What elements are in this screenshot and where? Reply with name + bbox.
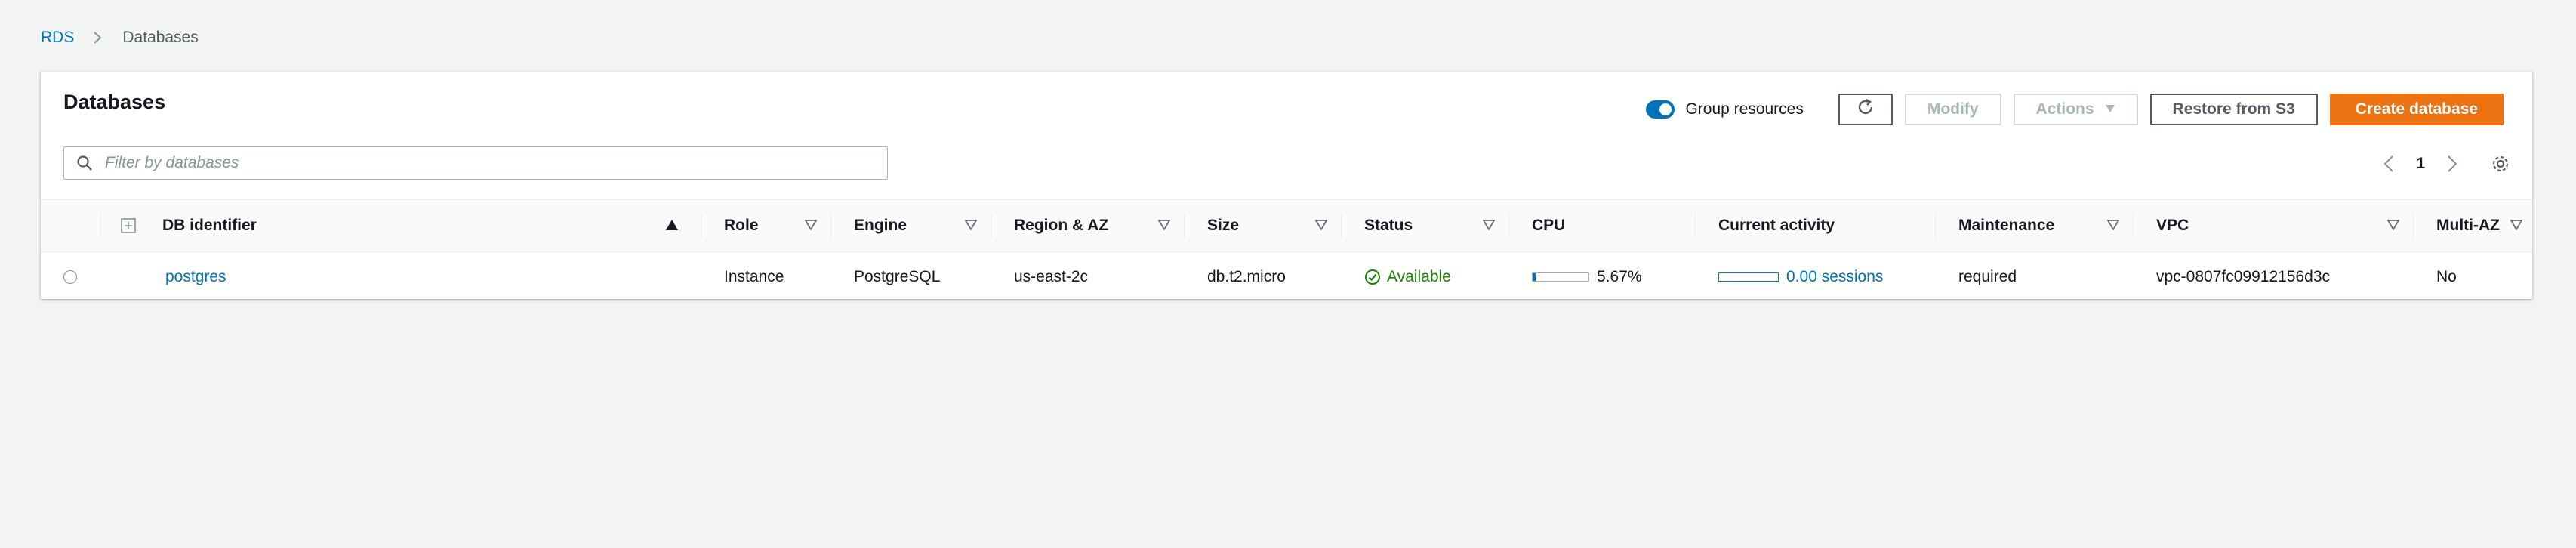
th-vpc[interactable]: VPC — [2134, 200, 2414, 251]
sort-icon[interactable] — [1482, 218, 1496, 232]
cell-cpu: 5.67% — [1509, 252, 1696, 302]
sort-icon[interactable] — [2386, 218, 2400, 232]
th-activity-label: Current activity — [1718, 217, 1835, 234]
breadcrumb-rds-link[interactable]: RDS — [41, 29, 74, 47]
modify-button[interactable]: Modify — [1904, 94, 2001, 125]
expand-all-icon[interactable] — [101, 200, 143, 251]
th-status[interactable]: Status — [1342, 200, 1509, 251]
activity-progress-bar — [1718, 272, 1779, 282]
th-vpc-label: VPC — [2156, 217, 2189, 234]
restore-from-s3-button[interactable]: Restore from S3 — [2149, 94, 2318, 125]
activity-sessions-link[interactable]: 0.00 sessions — [1786, 268, 1883, 286]
refresh-button[interactable] — [1838, 94, 1893, 125]
table-header: DB identifier Role Engine Region & AZ Si… — [41, 199, 2532, 252]
th-size[interactable]: Size — [1185, 200, 1342, 251]
th-maintenance-label: Maintenance — [1958, 217, 2055, 234]
th-cpu[interactable]: CPU — [1509, 200, 1696, 251]
th-engine[interactable]: Engine — [831, 200, 991, 251]
th-maintenance[interactable]: Maintenance — [1936, 200, 2134, 251]
previous-page-icon[interactable] — [2381, 152, 2396, 175]
caret-down-icon — [2105, 103, 2115, 115]
group-resources-toggle[interactable]: Group resources — [1646, 100, 1804, 119]
toggle-switch[interactable] — [1646, 100, 1675, 119]
create-database-button[interactable]: Create database — [2329, 94, 2504, 125]
filter-input[interactable] — [103, 153, 846, 173]
th-multiaz-label: Multi-AZ — [2436, 217, 2500, 234]
status-badge: Available — [1364, 268, 1451, 286]
cell-multi-az: No — [2436, 268, 2457, 285]
panel-title: Databases — [63, 91, 166, 113]
toolbar: Group resources Modify Actions Restore f… — [1646, 92, 2504, 127]
next-page-icon[interactable] — [2445, 152, 2460, 175]
th-region-label: Region & AZ — [1014, 217, 1109, 234]
sort-icon[interactable] — [2510, 218, 2523, 232]
table-body: postgres Instance PostgreSQL us-east-2c … — [41, 252, 2532, 303]
th-engine-label: Engine — [854, 217, 907, 234]
cell-current-activity: 0.00 sessions — [1696, 252, 1936, 302]
th-role-label: Role — [724, 217, 759, 234]
actions-dropdown[interactable]: Actions — [2013, 94, 2138, 125]
breadcrumb-current: Databases — [122, 29, 199, 46]
table-row[interactable]: postgres Instance PostgreSQL us-east-2c … — [41, 252, 2532, 303]
th-cpu-label: CPU — [1532, 217, 1566, 234]
th-db-identifier[interactable]: DB identifier — [143, 200, 701, 251]
current-page-number[interactable]: 1 — [2416, 155, 2425, 173]
sort-ascending-icon[interactable] — [665, 218, 679, 232]
select-column-header — [41, 200, 101, 251]
cell-region: us-east-2c — [1014, 268, 1089, 285]
row-select-cell — [41, 252, 101, 302]
actions-label: Actions — [2035, 100, 2094, 118]
th-status-label: Status — [1364, 217, 1413, 234]
cell-status: Available — [1342, 252, 1509, 302]
databases-table: DB identifier Role Engine Region & AZ Si… — [41, 199, 2532, 303]
search-icon — [76, 155, 93, 171]
sort-icon[interactable] — [1314, 218, 1328, 232]
breadcrumb: RDS Databases — [41, 26, 199, 50]
th-current-activity[interactable]: Current activity — [1696, 200, 1936, 251]
check-circle-icon — [1364, 269, 1381, 285]
group-resources-label: Group resources — [1685, 100, 1804, 118]
sort-icon[interactable] — [2106, 218, 2120, 232]
th-db-identifier-label: DB identifier — [162, 217, 257, 234]
filter-box — [63, 146, 888, 180]
gear-icon[interactable] — [2490, 153, 2511, 174]
pagination: 1 — [2381, 151, 2511, 177]
th-size-label: Size — [1207, 217, 1240, 234]
sort-icon[interactable] — [964, 218, 978, 232]
sort-icon[interactable] — [804, 218, 818, 232]
cpu-value: 5.67% — [1597, 268, 1642, 285]
chevron-right-icon — [89, 29, 106, 46]
th-multi-az[interactable]: Multi-AZ — [2414, 200, 2532, 251]
cell-size: db.t2.micro — [1207, 268, 1286, 285]
cpu-progress-fill — [1533, 273, 1536, 281]
cell-db-identifier: postgres — [143, 252, 701, 302]
cell-engine: PostgreSQL — [854, 268, 941, 285]
th-region-az[interactable]: Region & AZ — [991, 200, 1185, 251]
cell-maintenance: required — [1958, 268, 2017, 285]
sort-icon[interactable] — [1157, 218, 1171, 232]
cpu-progress-bar — [1532, 272, 1589, 282]
db-identifier-link[interactable]: postgres — [165, 268, 226, 286]
refresh-icon — [1856, 97, 1875, 122]
databases-panel: Databases Group resources Modify Actions… — [41, 72, 2532, 303]
row-select-radio[interactable] — [63, 270, 77, 284]
status-text: Available — [1387, 268, 1451, 285]
cell-role: Instance — [724, 268, 784, 285]
th-role[interactable]: Role — [701, 200, 831, 251]
cell-vpc: vpc-0807fc09912156d3c — [2156, 268, 2331, 285]
